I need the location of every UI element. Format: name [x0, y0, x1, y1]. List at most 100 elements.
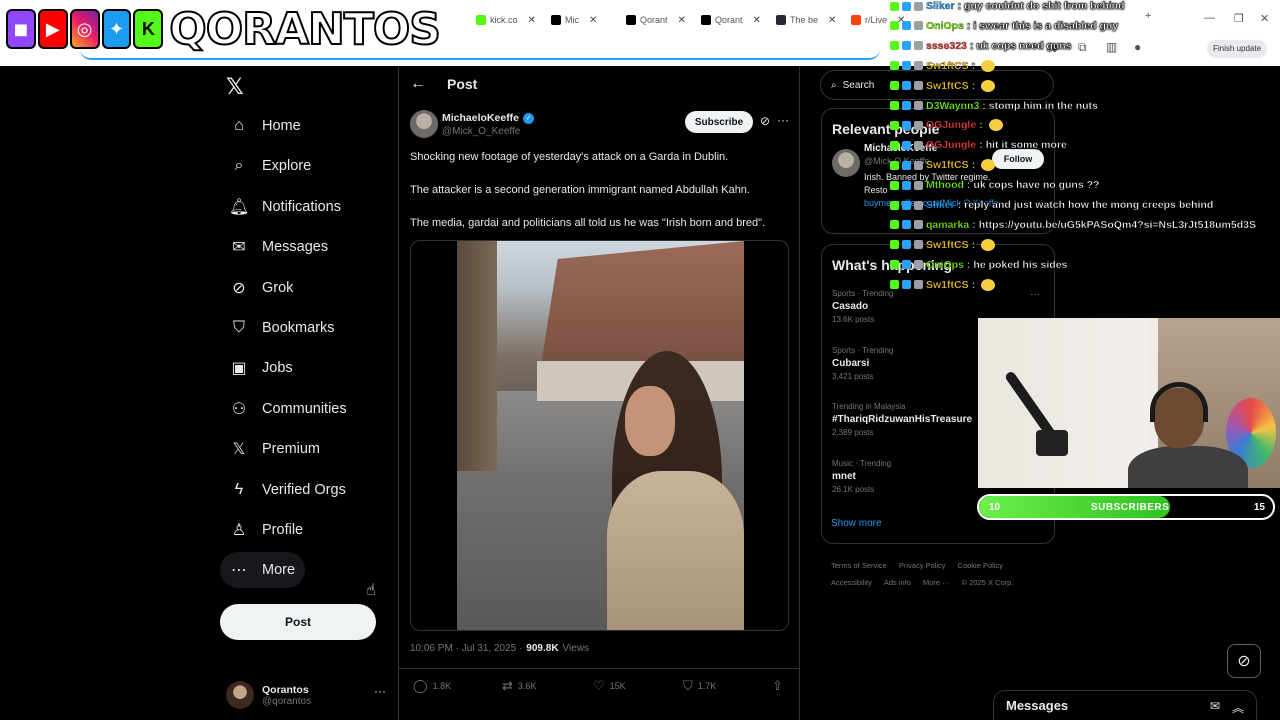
nav-item-notifications[interactable]: 🔔︎ Notifications [220, 189, 351, 225]
close-tab-icon[interactable]: ✕ [828, 15, 836, 26]
account-more-icon[interactable]: ··· [374, 684, 386, 698]
grok-icon[interactable]: ⊘ [760, 114, 770, 128]
nav-item-grok[interactable]: ⊘ Grok [220, 270, 303, 306]
footer-link[interactable]: Terms of Service [831, 561, 887, 570]
chat-badge-icon [914, 1, 923, 11]
account-switcher[interactable]: Qorantos @qorantos ··· [226, 678, 386, 712]
nav-item-communities[interactable]: ⚇ Communities [220, 391, 357, 427]
nav-item-verified-orgs[interactable]: ϟ Verified Orgs [220, 472, 356, 508]
chat-badge-icon [914, 61, 923, 71]
chat-badge-icon [914, 240, 923, 250]
footer-link[interactable]: © 2025 X Corp. [962, 578, 1014, 587]
close-tab-icon[interactable]: ✕ [678, 15, 686, 26]
avatar[interactable] [832, 149, 860, 177]
expand-chevron-icon[interactable]: ︽ [1232, 699, 1244, 716]
streamer-name: QORANTOS [168, 3, 442, 56]
post-timestamp: 10:06 PM · Jul 31, 2025 · 909.8K Views [410, 643, 590, 654]
chat-message: Mthood: uk cops have no guns ?? [890, 177, 1100, 193]
youtube-icon: ▶ [37, 9, 68, 49]
trend-item[interactable]: Sports · Trending Casado 13.6K posts [832, 289, 893, 324]
chat-badge-icon [914, 120, 923, 130]
chat-message: Sw1ftCS: [890, 157, 996, 173]
account-name: Qorantos [262, 683, 309, 696]
chat-badge-icon [914, 160, 923, 170]
chat-badge-icon [890, 1, 899, 11]
communities-icon: ⚇ [231, 400, 247, 418]
close-tab-icon[interactable]: ✕ [528, 15, 536, 26]
chat-message: qamarka: https://youtu.be/uG5kPASoQm4?si=… [890, 217, 1256, 233]
chat-badge-icon [914, 280, 923, 290]
compose-message-icon[interactable]: ✉ [1210, 699, 1220, 716]
tab-favicon-icon [851, 15, 861, 25]
trend-item[interactable]: Trending in Malaysia #ThariqRidzuwanHisTr… [832, 402, 972, 437]
chat-badge-icon [914, 140, 923, 150]
trend-item[interactable]: Sports · Trending Cubarsi 3,421 posts [832, 346, 893, 381]
bookmark-icon: ⛉ [683, 678, 693, 693]
chat-badge-icon [890, 220, 899, 230]
bookmark-button[interactable]: ⛉ 1.7K [683, 678, 716, 694]
chat-badge-icon [890, 280, 899, 290]
show-more-link[interactable]: Show more [831, 518, 882, 529]
home-icon: ⌂ [234, 117, 244, 134]
chat-badge-icon [914, 81, 923, 91]
chat-badge-icon [890, 260, 899, 270]
chat-message: OniOps: i swear this is a disabled guy [890, 18, 1118, 34]
sub-goal-label: SUBSCRIBERS [1091, 502, 1170, 513]
nav-item-bookmarks[interactable]: ⛉ Bookmarks [220, 310, 345, 346]
avatar [226, 681, 254, 709]
back-arrow-icon[interactable]: ← [410, 75, 426, 93]
share-icon: ⇧ [772, 678, 783, 693]
nav-item-profile[interactable]: ♙ Profile [220, 512, 313, 548]
twitch-icon: ◼ [6, 9, 36, 49]
reply-button[interactable]: ◯ 1.8K [413, 678, 451, 694]
close-tab-icon[interactable]: ✕ [589, 15, 597, 26]
post-media[interactable] [410, 240, 789, 631]
post-button[interactable]: Post [220, 604, 376, 640]
chat-message: Sliker: reply and just watch how the mong… [890, 197, 1213, 213]
chat-badge-icon [890, 160, 899, 170]
more-icon: ⋯ [231, 562, 247, 580]
footer-link[interactable]: More ··· [923, 578, 950, 587]
chat-badge-icon [902, 61, 911, 71]
like-button[interactable]: ♡ 15K [593, 678, 626, 694]
share-button[interactable]: ⇧ [772, 678, 783, 694]
chat-badge-icon [902, 200, 911, 210]
messages-drawer[interactable]: Messages ✉ ︽ [993, 690, 1257, 720]
author-name[interactable]: MichaeloKeeffe ✓ [442, 112, 535, 124]
nav-item-premium[interactable]: 𝕏 Premium [220, 431, 330, 467]
heart-icon: ♡ [593, 678, 605, 693]
browser-tab[interactable]: Qorant ✕ [626, 10, 686, 30]
author-handle[interactable]: @Mick_O_Keeffe [442, 126, 520, 137]
messages-icon: ✉ [232, 239, 246, 257]
instagram-icon: ◎ [69, 9, 100, 49]
repost-button[interactable]: ⇄ 3.6K [502, 678, 536, 694]
footer-link[interactable]: Accessibility [831, 578, 872, 587]
sub-goal-target: 15 [1253, 502, 1265, 513]
browser-tab[interactable]: Mic ✕ [551, 10, 597, 30]
x-logo-icon[interactable]: 𝕏 [226, 74, 244, 100]
subscribe-button[interactable]: Subscribe [685, 111, 753, 133]
nav-item-home[interactable]: ⌂ Home [220, 108, 311, 144]
post-more-icon[interactable]: ··· [777, 113, 789, 127]
footer-link[interactable]: Privacy Policy [899, 561, 946, 570]
video-player[interactable] [457, 241, 744, 630]
footer-link[interactable]: Cookie Policy [958, 561, 1003, 570]
nav-item-jobs[interactable]: ▣ Jobs [220, 350, 303, 386]
close-tab-icon[interactable]: ✕ [753, 15, 761, 26]
grok-fab-icon[interactable]: ⊘ [1227, 644, 1261, 678]
nav-item-more[interactable]: ⋯ More [220, 552, 306, 589]
nav-item-explore[interactable]: ⌕ Explore [220, 148, 321, 184]
nav-item-messages[interactable]: ✉ Messages [220, 229, 338, 265]
views-count: 909.8K [526, 643, 559, 654]
browser-tab[interactable]: The be ✕ [776, 10, 836, 30]
chat-badge-icon [914, 220, 923, 230]
author-avatar[interactable] [410, 110, 438, 138]
chat-message: OGJungle: hit it some more [890, 137, 1067, 153]
trend-item[interactable]: Music · Trending mnet 26.1K posts [832, 459, 891, 494]
chat-badge-icon [902, 160, 911, 170]
chat-badge-icon [902, 101, 911, 110]
stream-chat: Sliker: guy couldnt do shit from behind On… [890, 0, 1280, 300]
footer-link[interactable]: Ads info [884, 578, 911, 587]
browser-tab[interactable]: Qorant ✕ [701, 10, 761, 30]
browser-tab[interactable]: kick.co ✕ [476, 10, 536, 30]
